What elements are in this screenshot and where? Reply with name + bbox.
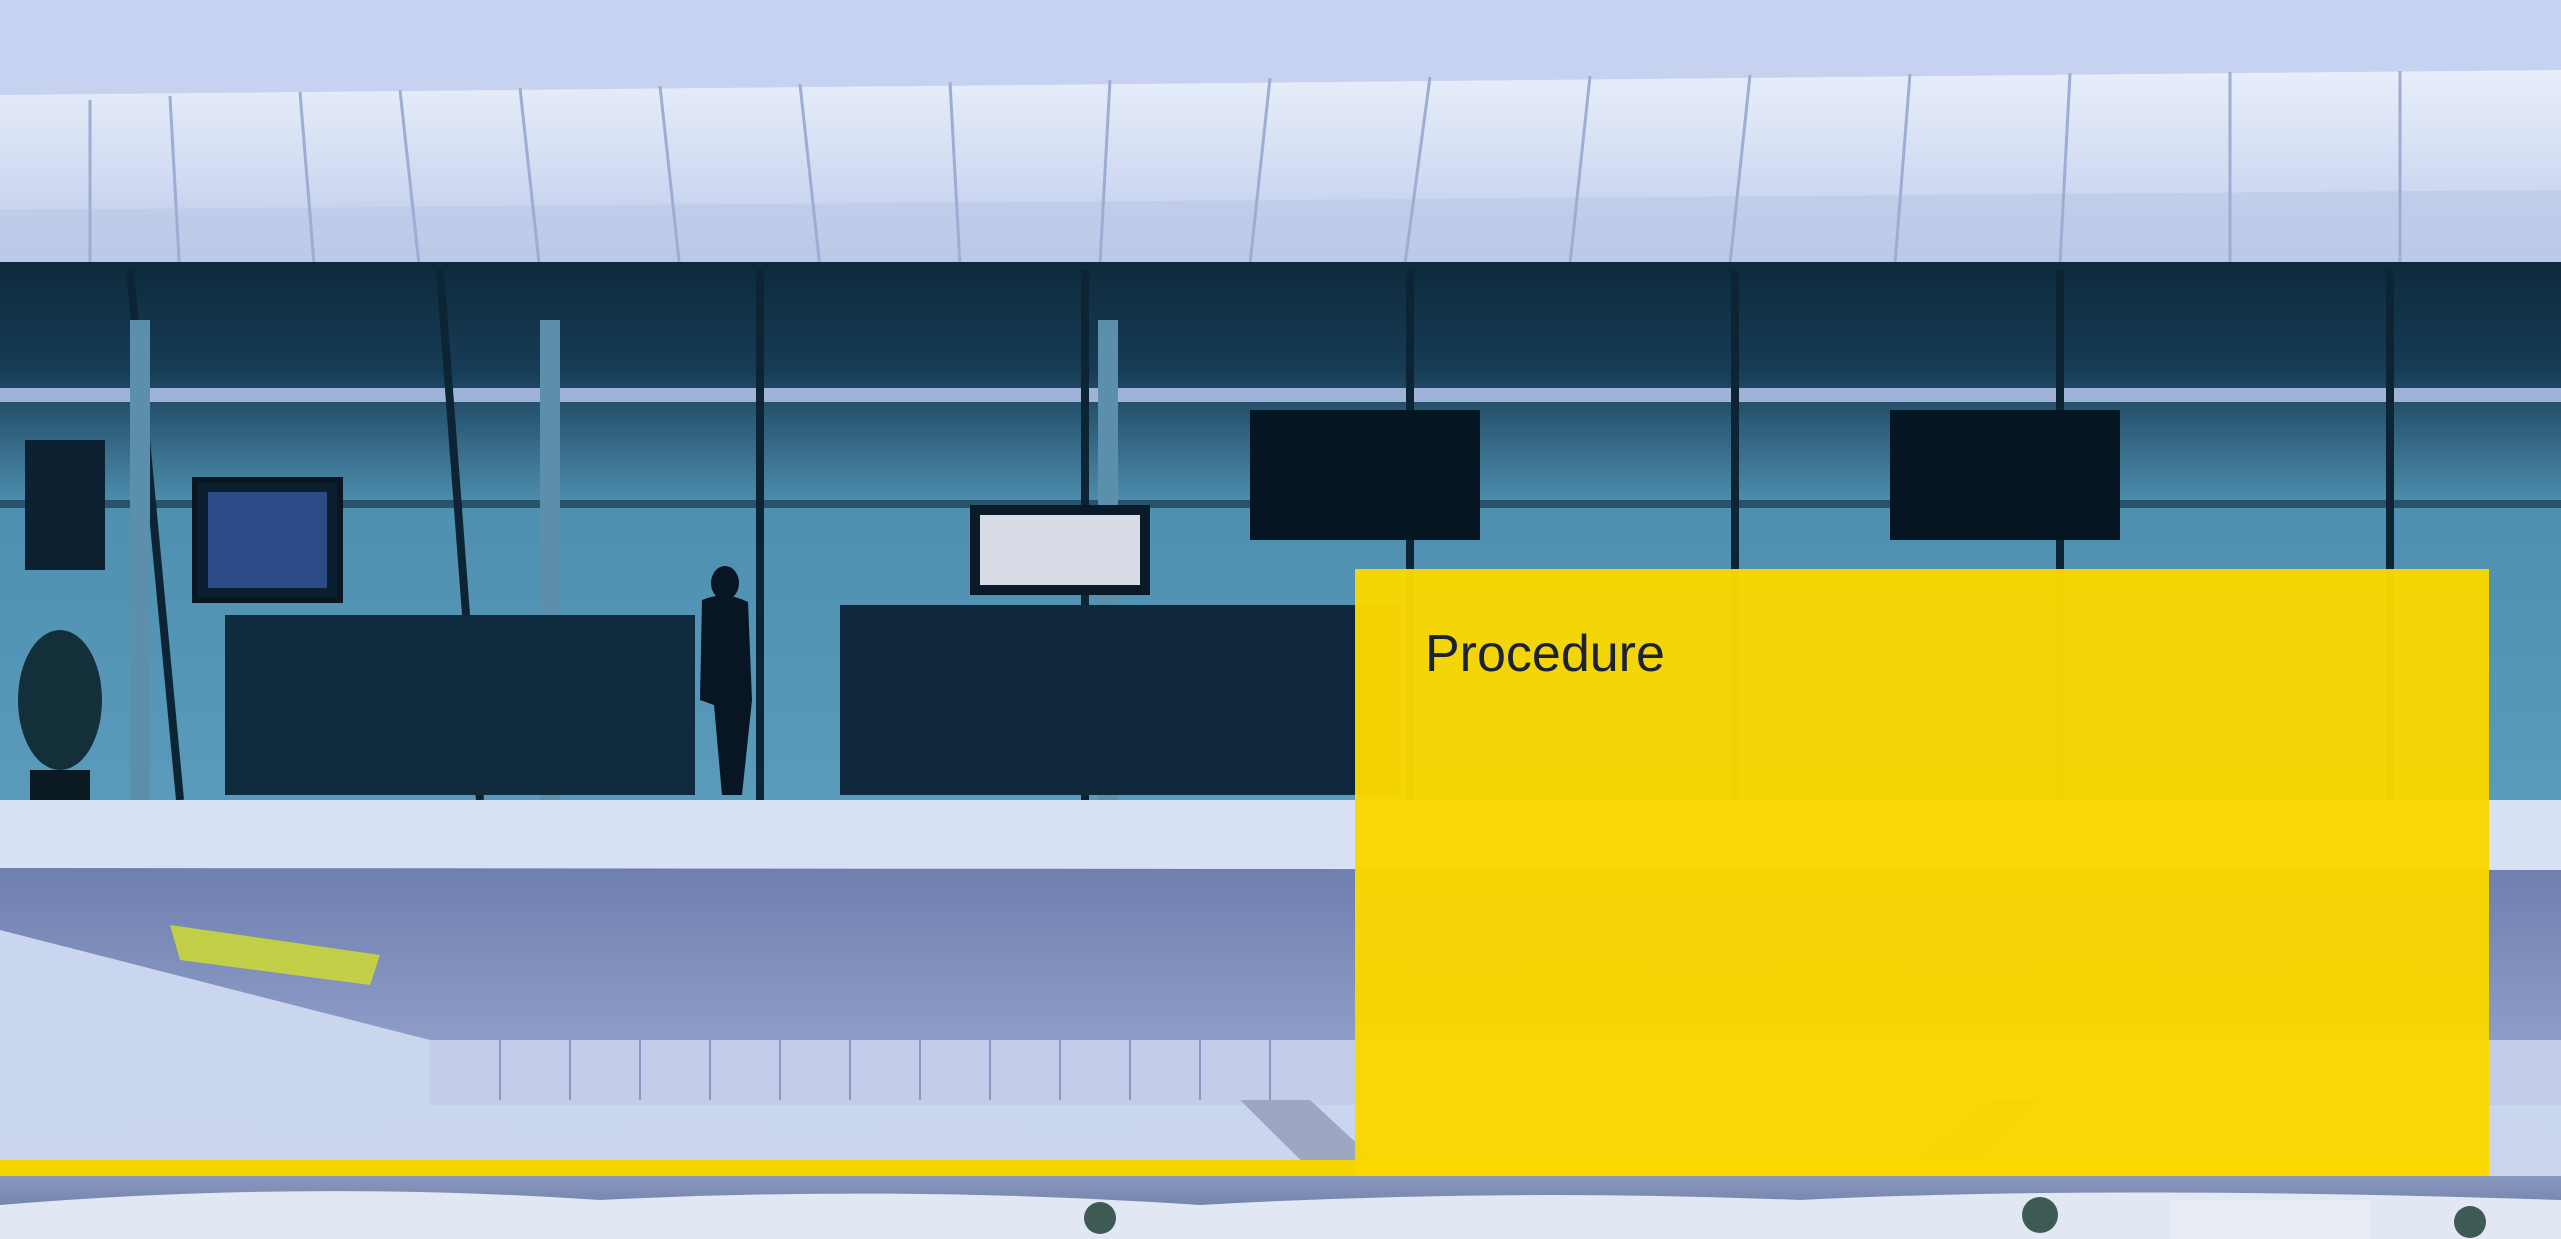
slide-title: Procedure	[1425, 625, 1665, 683]
title-slide: Procedure	[0, 0, 2561, 1239]
title-panel: Procedure	[1355, 569, 2489, 1176]
